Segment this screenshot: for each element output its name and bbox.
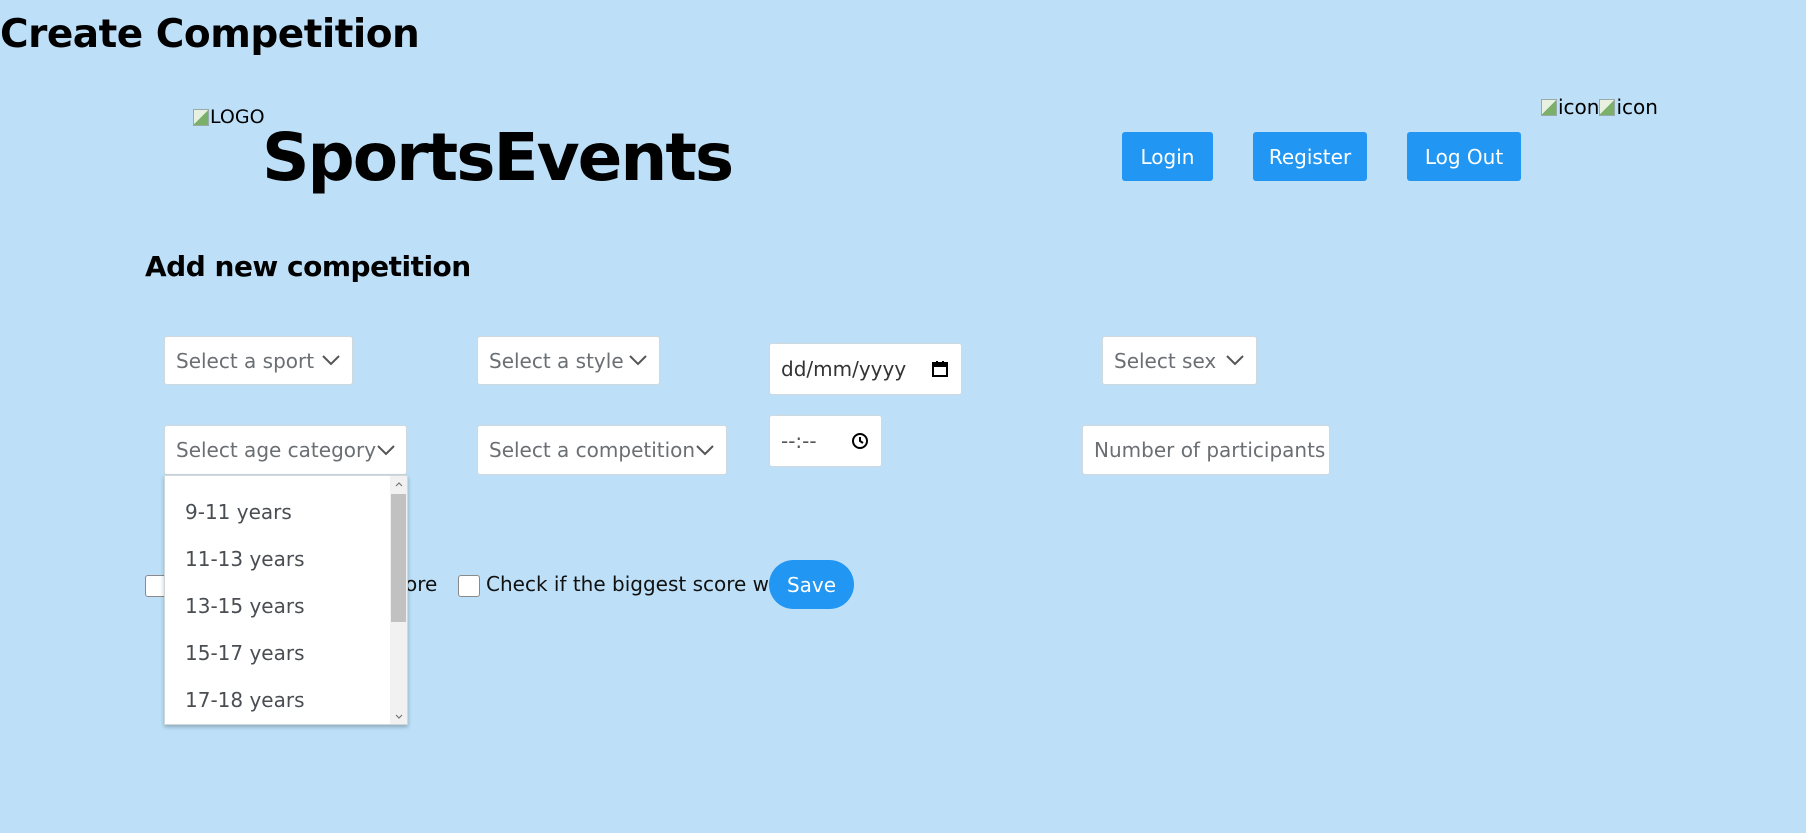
user-icon[interactable]: icon	[1541, 95, 1599, 119]
biggest-score-checkbox[interactable]	[458, 575, 480, 597]
age-option[interactable]: 11-13 years	[185, 547, 305, 571]
participants-input-placeholder: Number of participants	[1094, 438, 1326, 462]
broken-image-icon	[193, 108, 209, 126]
sex-select-placeholder: Select sex	[1114, 348, 1217, 373]
age-category-select[interactable]: Select age category	[164, 425, 407, 475]
age-option[interactable]: 15-17 years	[185, 641, 305, 665]
date-input-placeholder: dd/mm/yyyy	[781, 357, 907, 381]
brand-name: SportsEvents	[262, 119, 734, 196]
sex-select[interactable]: Select sex	[1102, 336, 1257, 385]
save-button[interactable]: Save	[769, 560, 854, 609]
page-title: Create Competition	[0, 12, 420, 57]
style-select-placeholder: Select a style	[489, 348, 624, 373]
age-category-placeholder: Select age category	[176, 438, 377, 462]
age-option[interactable]: 17-18 years	[185, 688, 305, 712]
form-title: Add new competition	[145, 250, 471, 283]
sport-select[interactable]: Select a sport	[164, 336, 353, 385]
age-category-dropdown[interactable]: 9-11 years 11-13 years 13-15 years 15-17…	[164, 475, 408, 725]
dropdown-scrollbar[interactable]	[390, 476, 407, 724]
time-input-placeholder: --:--	[781, 429, 817, 453]
date-input[interactable]: dd/mm/yyyy	[769, 343, 962, 395]
scrollbar-thumb[interactable]	[391, 494, 406, 622]
broken-image-icon	[1599, 98, 1616, 116]
competition-select[interactable]: Select a competition	[477, 425, 727, 475]
time-input[interactable]: --:--	[769, 415, 882, 467]
broken-image-icon	[1541, 98, 1557, 116]
age-option[interactable]: 13-15 years	[185, 594, 305, 618]
competition-select-placeholder: Select a competition	[489, 438, 696, 462]
biggest-score-label: Check if the biggest score wins	[486, 572, 798, 596]
clock-icon[interactable]	[850, 431, 870, 451]
scroll-down-icon[interactable]	[390, 708, 407, 724]
chevron-down-icon	[321, 351, 341, 371]
logout-button[interactable]: Log Out	[1407, 132, 1521, 181]
style-select[interactable]: Select a style	[477, 336, 660, 385]
calendar-icon[interactable]	[930, 359, 950, 379]
participants-input[interactable]: Number of participants	[1082, 425, 1330, 475]
logo-image: LOGO	[193, 106, 265, 128]
scroll-up-icon[interactable]	[390, 476, 407, 492]
chevron-down-icon	[628, 351, 648, 371]
chevron-down-icon	[376, 440, 395, 460]
sport-select-placeholder: Select a sport	[176, 348, 315, 373]
login-button[interactable]: Login	[1122, 132, 1213, 181]
chevron-down-icon	[695, 440, 715, 460]
age-option[interactable]: 9-11 years	[185, 500, 292, 524]
settings-icon[interactable]: icon	[1599, 95, 1658, 119]
register-button[interactable]: Register	[1253, 132, 1367, 181]
header-icons: icon icon	[1541, 95, 1658, 119]
chevron-down-icon	[1225, 351, 1245, 371]
logo-alt-text: LOGO	[210, 106, 265, 128]
